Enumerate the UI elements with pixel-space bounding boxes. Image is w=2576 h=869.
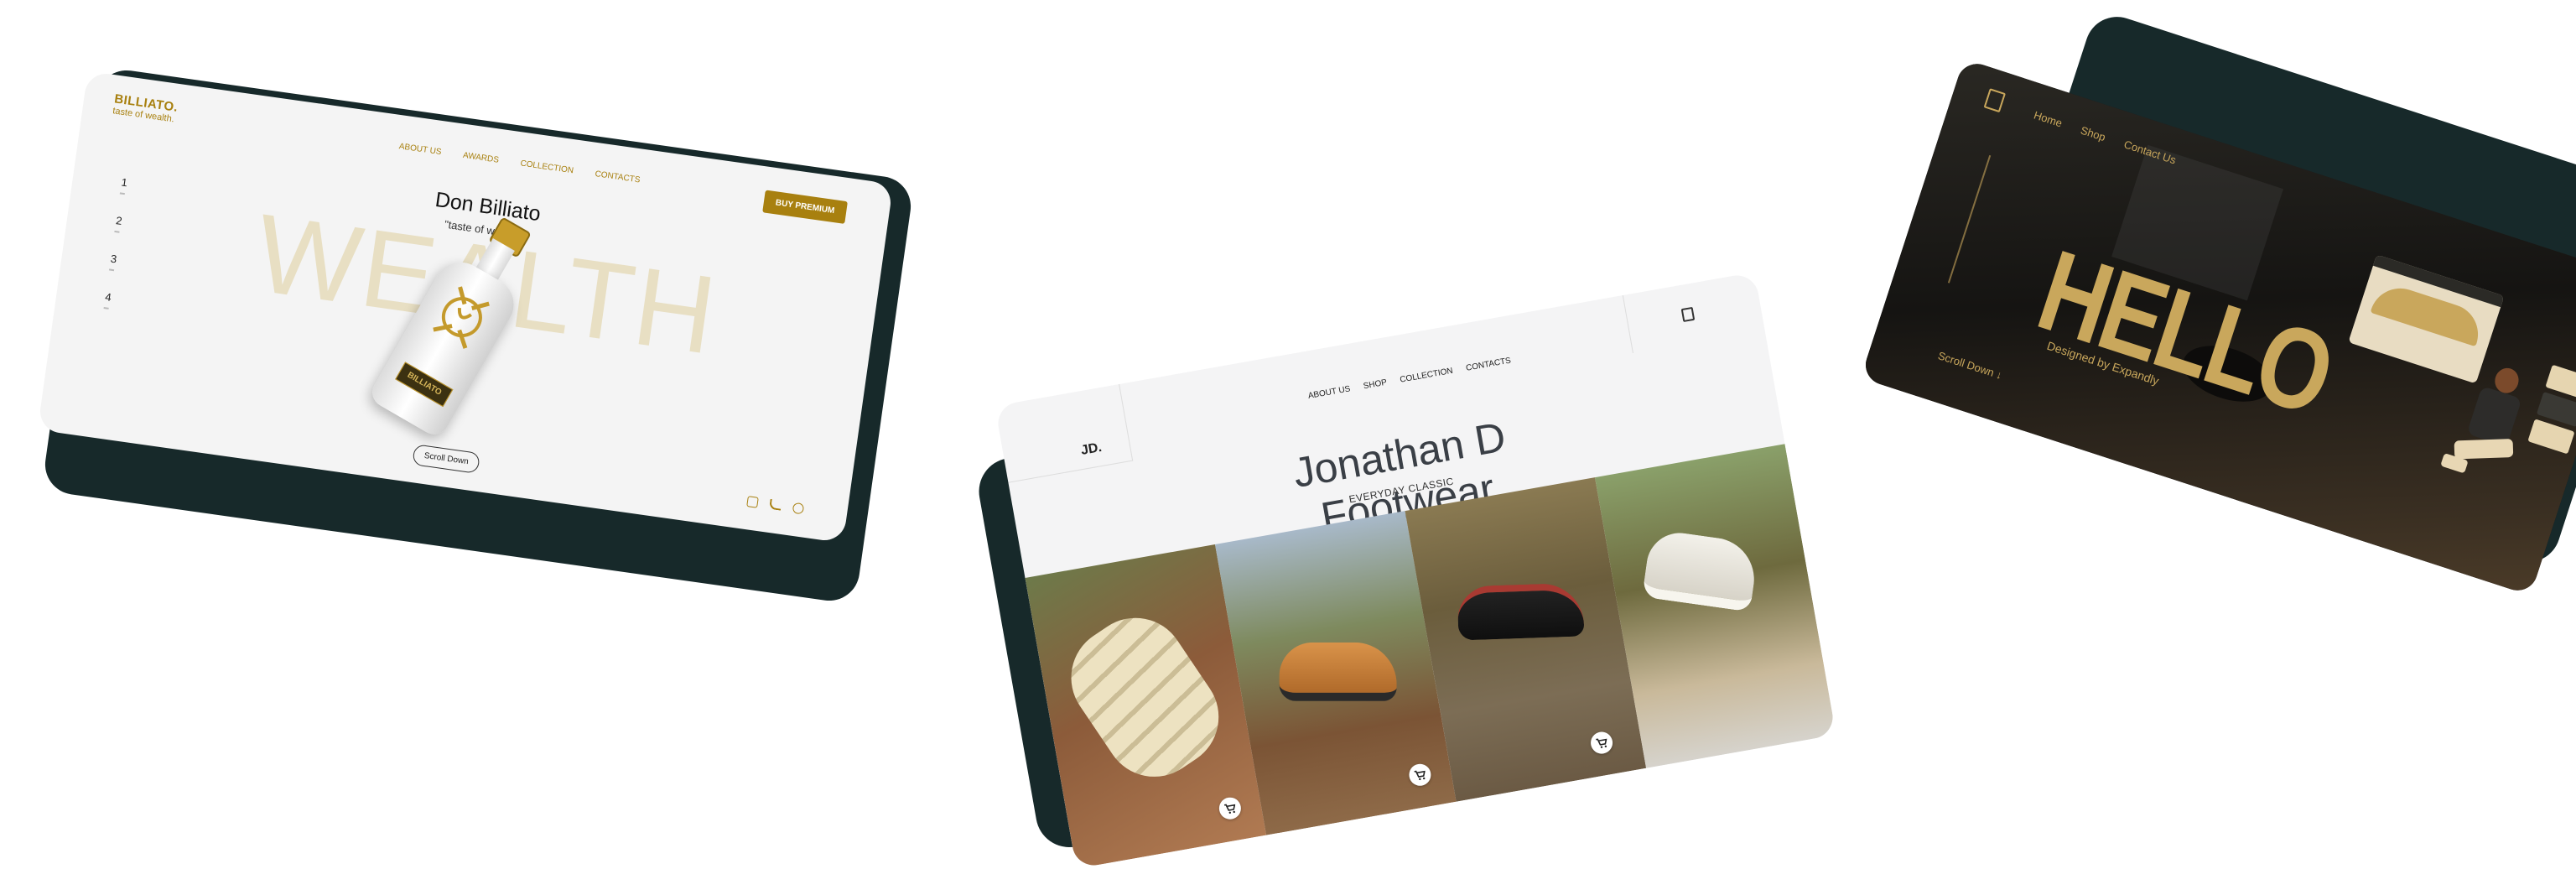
- pager-dash: [119, 192, 125, 195]
- billiato-nav-about[interactable]: ABOUT US: [398, 142, 442, 157]
- sneaker-black-shape: [1457, 582, 1585, 641]
- pager-item-4[interactable]: 4: [105, 290, 112, 304]
- jd-website-card: JD. ABOUT US SHOP COLLECTION CONTACTS Jo…: [995, 272, 1836, 869]
- social-links: [746, 496, 805, 515]
- pager-dash: [103, 306, 109, 310]
- pager-dash: [108, 268, 115, 272]
- pager-item-3[interactable]: 3: [110, 252, 117, 266]
- jd-nav-shop[interactable]: SHOP: [1363, 378, 1388, 392]
- pager-item-1[interactable]: 1: [121, 176, 128, 190]
- billiato-nav: ABOUT US AWARDS COLLECTION CONTACTS: [398, 142, 641, 185]
- jd-nav-about[interactable]: ABOUT US: [1307, 384, 1351, 401]
- jd-nav: ABOUT US SHOP COLLECTION CONTACTS: [1307, 356, 1512, 401]
- jd-nav-collection[interactable]: COLLECTION: [1400, 367, 1454, 385]
- cart-icon[interactable]: [1589, 730, 1615, 756]
- whatsapp-icon[interactable]: [792, 502, 805, 515]
- jd-nav-contacts[interactable]: CONTACTS: [1465, 356, 1511, 373]
- sneaker-tan-shape: [1279, 642, 1397, 701]
- sneaker-white-shape: [1642, 528, 1760, 612]
- jd-hero-gallery: [1025, 444, 1836, 869]
- twitter-icon[interactable]: [769, 498, 782, 511]
- bag-icon[interactable]: [1680, 306, 1696, 323]
- billiato-nav-collection[interactable]: COLLECTION: [520, 159, 574, 176]
- pager-item-2[interactable]: 2: [115, 214, 122, 227]
- billiato-nav-awards[interactable]: AWARDS: [462, 151, 499, 165]
- jd-top-divider: [1622, 294, 1633, 354]
- instagram-icon[interactable]: [746, 496, 759, 508]
- sandal-shape: [1052, 598, 1239, 797]
- cart-icon[interactable]: [1217, 795, 1243, 821]
- jd-logo-panel: [995, 383, 1134, 483]
- billiato-nav-contacts[interactable]: CONTACTS: [595, 169, 641, 185]
- cart-icon[interactable]: [1407, 762, 1433, 788]
- scroll-down-button[interactable]: Scroll Down: [412, 444, 481, 474]
- buy-premium-button[interactable]: BUY PREMIUM: [762, 190, 848, 224]
- billiato-logo[interactable]: BILLIATO. taste of wealth.: [112, 91, 179, 124]
- pager-dash: [114, 230, 120, 233]
